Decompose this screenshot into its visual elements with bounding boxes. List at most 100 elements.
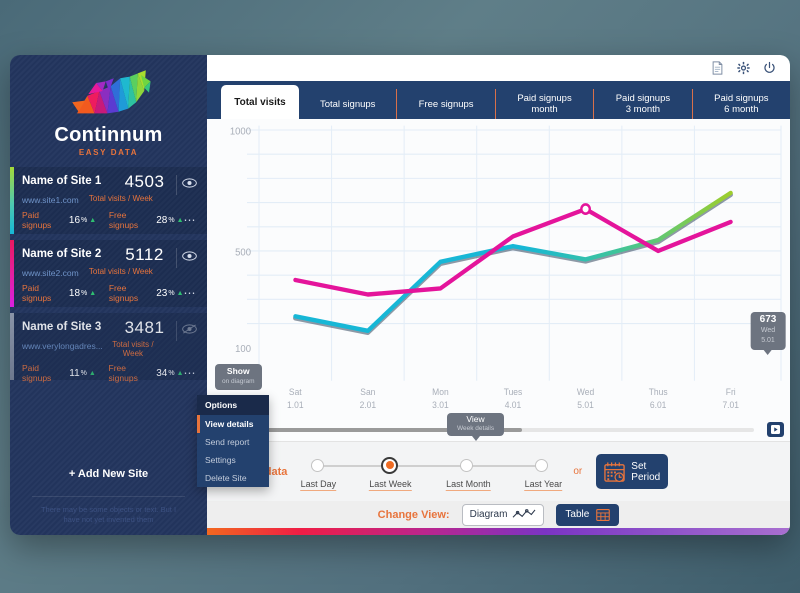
slider-knob-last-day[interactable] (311, 458, 325, 472)
svg-text:Thus: Thus (649, 387, 668, 397)
options-item-delete-site[interactable]: Delete Site (197, 469, 269, 487)
trend-up-icon: ▲ (176, 216, 184, 224)
tab-label: Total signups (319, 98, 376, 110)
tooltip-value: 673 (759, 314, 777, 325)
svg-text:6.01: 6.01 (650, 400, 667, 410)
set-period-button[interactable]: Set Period (596, 454, 669, 489)
tab-paid-signups-6-month[interactable]: Paid signups 6 month (693, 89, 790, 119)
slider-knob-last-week[interactable] (381, 456, 399, 474)
line-chart-icon (513, 509, 536, 518)
paid-signups-value: 16 (68, 214, 81, 226)
document-icon[interactable] (711, 61, 724, 75)
tab-label: Free signups (418, 98, 474, 110)
table-grid-icon (596, 508, 611, 521)
free-signups-unit: % (168, 369, 175, 377)
chart-area[interactable]: 1000 500 100 Sat 1.01 San 2.01 Mon 3.01 Tues 4.01… (207, 119, 790, 417)
eye-visible-icon[interactable] (171, 174, 197, 193)
options-item-send-report[interactable]: Send report (197, 433, 269, 451)
svg-text:5.01: 5.01 (577, 400, 594, 410)
diagram-view-button[interactable]: Diagram (461, 503, 545, 526)
tooltip-subtitle: on diagram (222, 378, 255, 385)
tab-bar: Total visits Total signups Free signups … (207, 81, 790, 119)
free-signups-value: 23 (156, 287, 168, 299)
site-accent-bar (10, 313, 14, 380)
diagram-button-label: Diagram (469, 509, 508, 520)
site-url[interactable]: www.site1.com (22, 195, 79, 205)
tab-label-line2: 3 month (625, 104, 661, 115)
free-signups-value: 34 (156, 367, 168, 379)
bottom-gradient-bar (207, 528, 790, 535)
window-toolbar (207, 55, 790, 81)
svg-text:4.01: 4.01 (505, 400, 522, 410)
free-signups-unit: % (168, 289, 175, 297)
tooltip-subtitle: Week details (457, 425, 495, 432)
tab-total-visits[interactable]: Total visits (221, 85, 299, 119)
trend-up-icon: ▲ (176, 289, 184, 297)
options-item-view-details[interactable]: View details (197, 415, 269, 433)
options-item-settings[interactable]: Settings (197, 451, 269, 469)
tab-total-signups[interactable]: Total signups (299, 89, 398, 119)
play-icon[interactable] (767, 422, 784, 437)
svg-text:Mon: Mon (432, 387, 449, 397)
scale-option-last-day[interactable]: Last Day (300, 479, 337, 491)
svg-text:Tues: Tues (504, 387, 523, 397)
site-name: Name of Site 1 (22, 175, 102, 187)
scale-option-last-year[interactable]: Last Year (524, 479, 563, 491)
site-accent-bar (10, 240, 14, 307)
ellipsis-icon[interactable]: ⋯ (184, 287, 198, 299)
paid-signups-unit: % (80, 369, 87, 377)
gear-icon[interactable] (737, 61, 750, 75)
paid-signups-label: Paid signups (22, 210, 52, 230)
timeline-scrollbar[interactable]: View Week details (207, 413, 790, 441)
site-url[interactable]: www.site2.com (22, 268, 79, 278)
slider-knob-last-year[interactable] (535, 458, 549, 472)
site-name: Name of Site 2 (22, 248, 102, 260)
paid-signups-value: 18 (68, 287, 81, 299)
tab-label: Total visits (234, 96, 286, 108)
tab-label-line2: 6 month (724, 104, 759, 115)
free-signups-label: Free signups (108, 283, 139, 303)
set-period-line1: Set (631, 460, 647, 472)
tooltip-title: View (466, 414, 485, 424)
eye-visible-icon[interactable] (171, 247, 197, 266)
site-visits-caption: Total visits / Week (112, 340, 154, 358)
add-new-site-button[interactable]: + Add New Site (10, 468, 207, 486)
site-visits-caption: Total visits / Week (88, 194, 153, 203)
table-button-label: Table (565, 509, 590, 520)
site-card-3[interactable]: Name of Site 3 3481 www.verylongadres...… (10, 313, 207, 383)
slider-track (311, 464, 548, 467)
ellipsis-icon[interactable]: ⋯ (184, 214, 198, 226)
brand-logo-block: Continnum EASY DATA (10, 55, 207, 167)
eye-hidden-icon[interactable] (171, 320, 197, 339)
free-signups-label: Free signups (108, 363, 138, 383)
scale-option-last-week[interactable]: Last Week (369, 479, 412, 491)
trend-up-icon: ▲ (89, 289, 97, 297)
visits-line-chart: 1000 500 100 Sat 1.01 San 2.01 Mon 3.01 Tues 4.01… (230, 125, 782, 410)
power-icon[interactable] (763, 61, 776, 75)
site-url[interactable]: www.verylongadres... (22, 341, 103, 351)
table-view-button[interactable]: Table (556, 503, 620, 526)
tab-label-line2: month (531, 104, 558, 115)
scale-slider[interactable]: Last Day Last Week Last Month Last Year (300, 451, 563, 493)
scale-option-last-month[interactable]: Last Month (446, 479, 491, 491)
main-panel: Total visits Total signups Free signups … (207, 55, 790, 535)
site-card-2[interactable]: Name of Site 2 5112 www.site2.com Total … (10, 240, 207, 307)
trend-up-icon: ▲ (89, 216, 97, 224)
site-card-1[interactable]: Name of Site 1 4503 www.site1.com Total … (10, 167, 207, 234)
svg-text:7.01: 7.01 (722, 400, 739, 410)
tab-label-line1: Paid signups (714, 93, 769, 104)
tab-paid-signups-month[interactable]: Paid signups month (496, 89, 595, 119)
svg-text:San: San (360, 387, 375, 397)
tab-free-signups[interactable]: Free signups (397, 89, 496, 119)
svg-text:3.01: 3.01 (432, 400, 449, 410)
free-signups-unit: % (168, 216, 175, 224)
tab-paid-signups-3-month[interactable]: Paid signups 3 month (594, 89, 693, 119)
paid-signups-unit: % (81, 289, 88, 297)
svg-text:100: 100 (235, 344, 251, 356)
change-view-label: Change View: (377, 508, 450, 521)
ellipsis-icon[interactable]: ⋯ (184, 367, 198, 379)
chart-highlight-point[interactable] (580, 203, 591, 216)
slider-knob-last-month[interactable] (460, 458, 474, 472)
set-period-line2: Period (631, 471, 661, 483)
rhino-logo-icon (71, 70, 151, 114)
